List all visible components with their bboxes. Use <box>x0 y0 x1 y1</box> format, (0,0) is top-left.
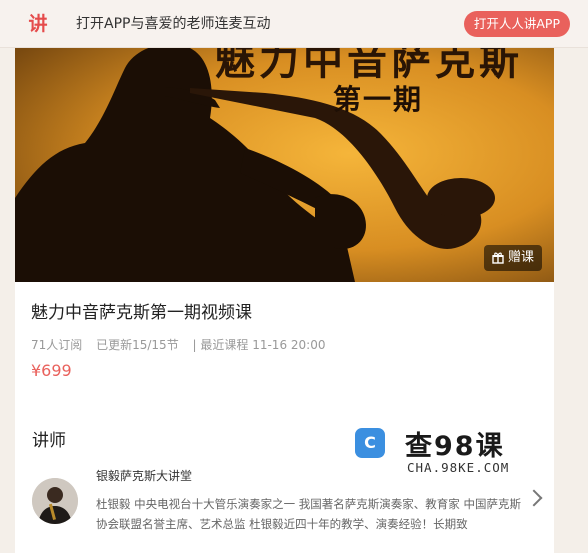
gift-course-button[interactable]: 赠课 <box>483 245 542 271</box>
watermark-url: CHA.98KE.COM <box>407 460 510 475</box>
lecturer-section[interactable]: 讲师 C 查98课 CHA.98KE.COM 银毅萨克斯大讲堂 杜银毅 中央电视… <box>15 410 554 553</box>
course-meta: 71人订阅 已更新15/15节 | 最近课程 11-16 20:00 <box>31 336 335 353</box>
lecturer-avatar[interactable] <box>32 478 78 524</box>
app-logo-icon[interactable]: 讲 <box>26 12 50 36</box>
course-price: ¥699 <box>31 361 72 380</box>
gift-icon <box>492 252 504 264</box>
lecturer-heading: 讲师 <box>32 431 66 451</box>
banner-title: 第一期 <box>333 83 424 116</box>
watermark-logo-icon: C <box>355 428 385 458</box>
chevron-right-icon[interactable] <box>525 489 543 507</box>
course-title: 魅力中音萨克斯第一期视频课 <box>31 303 252 323</box>
gift-label: 赠课 <box>507 250 534 265</box>
promo-text: 打开APP与喜爱的老师连麦互动 <box>76 16 271 32</box>
recent-course: | 最近课程 11-16 20:00 <box>192 338 326 352</box>
lecturer-description: 杜银毅 中央电视台十大管乐演奏家之一 我国著名萨克斯演奏家、教育家 中国萨克斯协… <box>96 497 521 531</box>
update-status: 已更新15/15节 <box>96 338 179 352</box>
top-bar: 讲 打开APP与喜爱的老师连麦互动 打开人人讲APP <box>0 0 588 48</box>
course-banner[interactable]: 魅力中音萨克斯 第一期 赠课 <box>15 48 554 282</box>
course-card: 魅力中音萨克斯 第一期 赠课 魅力中音萨克斯第一期视频课 71人订阅 已更新15… <box>15 48 554 410</box>
open-app-button[interactable]: 打开人人讲APP <box>463 11 570 37</box>
watermark: C 查98课 CHA.98KE.COM <box>355 426 535 482</box>
subscriber-count: 71人订阅 <box>31 338 83 352</box>
watermark-title: 查98课 <box>405 431 505 462</box>
lecturer-name: 银毅萨克斯大讲堂 <box>96 469 193 483</box>
